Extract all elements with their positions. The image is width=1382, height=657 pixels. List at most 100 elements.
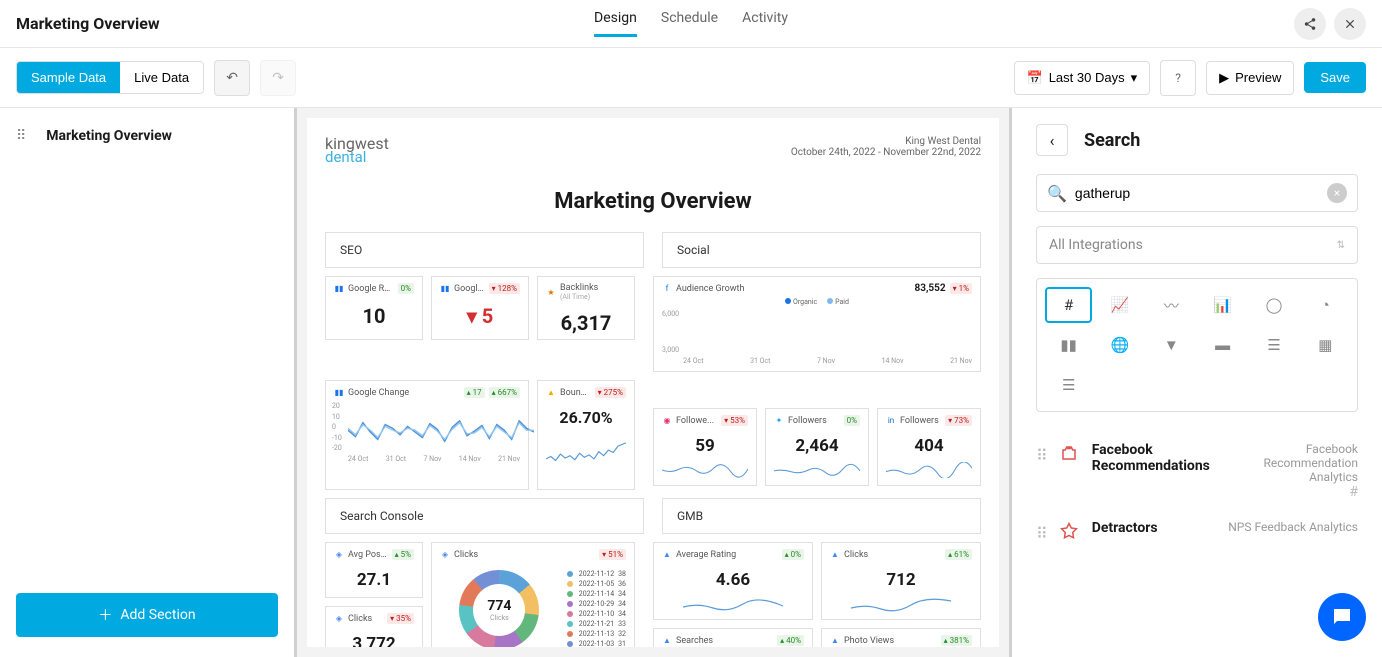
report-date-range: October 24th, 2022 - November 22nd, 2022 <box>791 147 981 158</box>
undo-button[interactable]: ↶ <box>214 60 250 96</box>
wtype-area[interactable]: ▬ <box>1199 327 1246 363</box>
result-sub: Facebook Recommendation Analytics <box>1222 442 1358 484</box>
preview-button[interactable]: ▶ Preview <box>1206 61 1294 95</box>
line-chart-svg <box>348 402 534 462</box>
wtype-bar[interactable]: 📊 <box>1199 287 1246 323</box>
donut-chart: 774 Clicks <box>459 570 539 647</box>
search-input[interactable] <box>1075 185 1319 201</box>
tab-design[interactable]: Design <box>594 10 637 37</box>
search-result-item[interactable]: ⠿ Facebook Recommendations Facebook Reco… <box>1036 432 1358 510</box>
wtype-globe[interactable]: 🌐 <box>1096 327 1143 363</box>
section-search-console[interactable]: Search Console <box>325 498 644 534</box>
widget-value: 3,772 <box>334 634 414 647</box>
report-canvas: kingwest dental King West Dental October… <box>294 108 1012 657</box>
drag-handle-icon[interactable]: ⠿ <box>1036 446 1048 465</box>
chat-icon <box>1330 605 1354 629</box>
live-data-button[interactable]: Live Data <box>120 62 203 93</box>
search-result-item[interactable]: ⠿ Detractors NPS Feedback Analytics <box>1036 510 1358 553</box>
sample-data-button[interactable]: Sample Data <box>17 62 120 93</box>
section-seo[interactable]: SEO <box>325 232 644 268</box>
wtype-wave[interactable]: 〰 <box>1148 287 1195 323</box>
section-gmb[interactable]: GMB <box>662 498 981 534</box>
change-badge: ▴ 381% <box>941 635 972 646</box>
drag-handle-icon[interactable]: ⠿ <box>1036 524 1048 543</box>
close-button[interactable] <box>1334 8 1366 40</box>
share-button[interactable] <box>1294 8 1326 40</box>
widget-title: Google Ra... <box>348 284 394 294</box>
back-button[interactable]: ‹ <box>1036 124 1068 156</box>
clear-search-button[interactable]: × <box>1327 183 1347 203</box>
wtype-table[interactable]: ▦ <box>1302 327 1349 363</box>
chat-widget-button[interactable] <box>1318 593 1366 641</box>
widget-google-2[interactable]: ▮▮ Googl... ▾ 128% ▾ 5 <box>431 276 529 340</box>
wtype-column[interactable]: ▮▮ <box>1045 327 1092 363</box>
help-button[interactable]: ? <box>1160 60 1196 96</box>
section-list-item[interactable]: Marketing Overview <box>46 128 172 144</box>
sparkline <box>662 596 804 612</box>
widget-google-rank[interactable]: ▮▮ Google Ra... 0% 10 <box>325 276 423 340</box>
widget-title: Followe... <box>676 416 717 426</box>
redo-button[interactable]: ↷ <box>260 60 296 96</box>
change-badge: ▾ 1% <box>950 283 972 294</box>
widget-tw-followers[interactable]: ✦ Followers 0% 2,464 <box>765 408 869 486</box>
report-title: Marketing Overview <box>325 189 981 214</box>
star-icon: ★ <box>546 287 556 297</box>
widget-photo-views[interactable]: ▲ Photo Views ▴ 381% 1,891 <box>821 628 981 647</box>
widget-clicks-donut[interactable]: ◈ Clicks ▾ 51% 774 Clicks 2022-11-12382 <box>431 542 635 647</box>
integration-select[interactable]: All Integrations ⇅ <box>1036 226 1358 264</box>
widget-title: Avg Posi... <box>348 550 388 560</box>
widget-audience-growth[interactable]: f Audience Growth 83,552 ▾ 1% Organic Pa… <box>653 276 981 372</box>
widget-value: 27.1 <box>334 570 414 590</box>
instagram-icon: ◉ <box>662 416 672 426</box>
add-section-button[interactable]: ＋ Add Section <box>16 593 278 637</box>
widget-value: 6,317 <box>546 311 626 335</box>
widget-title: Bounc... <box>560 388 591 398</box>
widget-title: Audience Growth <box>676 284 910 294</box>
save-button[interactable]: Save <box>1304 62 1366 93</box>
undo-icon: ↶ <box>226 70 238 86</box>
page-title: Marketing Overview <box>16 14 160 33</box>
date-range-label: Last 30 Days <box>1049 70 1125 85</box>
widget-sc-clicks[interactable]: ◈ Clicks ▾ 35% 3,772 <box>325 606 423 647</box>
sort-icon: ⇅ <box>1337 240 1345 251</box>
wtype-funnel[interactable]: ▼ <box>1148 327 1195 363</box>
bars-icon: ▮▮ <box>334 284 344 294</box>
widget-title: Average Rating <box>676 550 778 560</box>
twitter-icon: ✦ <box>774 416 784 426</box>
widget-searches[interactable]: ▲ Searches ▴ 40% 1,414 <box>653 628 813 647</box>
widget-google-change[interactable]: ▮▮ Google Change ▴ 17 ▴ 667% 20 10 0 -10… <box>325 380 529 490</box>
widget-avg-position[interactable]: ◈ Avg Posi... ▴ 5% 27.1 <box>325 542 423 598</box>
section-social[interactable]: Social <box>662 232 981 268</box>
widget-bounce[interactable]: ▲ Bounc... ▾ 275% 26.70% <box>537 380 635 490</box>
widget-title: Clicks <box>454 550 595 560</box>
wtype-number[interactable]: # <box>1045 287 1092 323</box>
tab-schedule[interactable]: Schedule <box>661 10 718 37</box>
search-icon: 🔍 <box>1047 184 1067 203</box>
widget-value: 2,464 <box>774 436 860 456</box>
ytick: 20 <box>332 402 342 410</box>
wtype-hbar[interactable]: ☰ <box>1250 327 1297 363</box>
xtick: 31 Oct <box>750 357 770 365</box>
wtype-circle[interactable]: ◯ <box>1250 287 1297 323</box>
analytics-icon: ▲ <box>546 388 556 398</box>
result-title: Detractors <box>1092 520 1158 536</box>
search-console-icon: ◈ <box>440 550 450 560</box>
change-badge: 0% <box>844 415 860 426</box>
widget-li-followers[interactable]: in Followers ▾ 73% 404 <box>877 408 981 486</box>
ytick: -20 <box>332 444 342 452</box>
widget-ig-followers[interactable]: ◉ Followe... ▾ 53% 59 <box>653 408 757 486</box>
widget-gmb-clicks[interactable]: ▲ Clicks ▴ 61% 712 <box>821 542 981 620</box>
widget-backlinks[interactable]: ★ Backlinks (All Time) 6,317 <box>537 276 635 340</box>
sparkline <box>886 462 972 478</box>
wtype-pie[interactable]: ◔ <box>1302 287 1349 323</box>
widget-title: Google Change <box>348 388 460 398</box>
close-icon <box>1343 17 1357 31</box>
widget-avg-rating[interactable]: ▲ Average Rating ▴ 0% 4.66 <box>653 542 813 620</box>
tab-activity[interactable]: Activity <box>742 10 788 37</box>
widget-type-grid: # 📈 〰 📊 ◯ ◔ ▮▮ 🌐 ▼ ▬ ☰ ▦ ☰ <box>1036 278 1358 412</box>
wtype-list[interactable]: ☰ <box>1045 367 1092 403</box>
help-icon: ? <box>1175 71 1181 85</box>
drag-handle-icon[interactable]: ⠿ <box>16 128 26 144</box>
date-range-button[interactable]: 📅 Last 30 Days ▾ <box>1014 61 1151 95</box>
wtype-line[interactable]: 📈 <box>1096 287 1143 323</box>
